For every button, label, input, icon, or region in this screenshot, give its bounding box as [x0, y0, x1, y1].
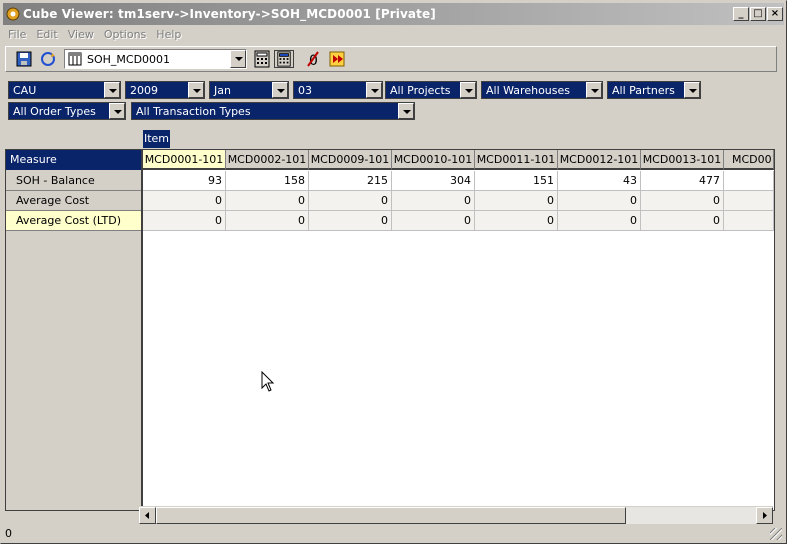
chevron-down-icon[interactable]: [272, 82, 288, 98]
row-header-soh-balance[interactable]: SOH - Balance: [6, 171, 141, 191]
window-title: Cube Viewer: tm1serv->Inventory->SOH_MCD…: [23, 7, 436, 21]
chevron-down-icon[interactable]: [104, 82, 120, 98]
data-cell[interactable]: 0: [475, 211, 558, 231]
title-bar[interactable]: Cube Viewer: tm1serv->Inventory->SOH_MCD…: [3, 3, 784, 25]
data-cell[interactable]: 0: [226, 211, 309, 231]
data-cell[interactable]: 0: [309, 211, 392, 231]
view-name: SOH_MCD0001: [87, 53, 171, 66]
data-cell[interactable]: 0: [475, 191, 558, 211]
menu-options[interactable]: Options: [99, 26, 151, 44]
dim-warehouses[interactable]: All Warehouses: [481, 81, 603, 99]
scroll-right-button[interactable]: [756, 507, 773, 524]
chevron-down-icon[interactable]: [398, 103, 414, 119]
chevron-down-icon[interactable]: [586, 82, 602, 98]
data-cell[interactable]: 0: [143, 191, 226, 211]
data-cell[interactable]: 0: [392, 191, 475, 211]
data-cell[interactable]: 0: [309, 191, 392, 211]
menu-help[interactable]: Help: [151, 26, 186, 44]
column-header[interactable]: MCD0001-101: [143, 150, 226, 170]
horizontal-scrollbar[interactable]: [139, 506, 773, 524]
menu-bar: File Edit View Options Help: [3, 26, 784, 44]
data-cell[interactable]: 0: [226, 191, 309, 211]
view-icon: [68, 52, 82, 66]
status-text: 0: [5, 527, 12, 540]
view-dropdown-button[interactable]: [230, 50, 246, 68]
chevron-down-icon[interactable]: [188, 82, 204, 98]
dim-projects[interactable]: All Projects: [385, 81, 477, 99]
dim-transaction-types[interactable]: All Transaction Types: [131, 102, 415, 120]
data-cell[interactable]: [724, 191, 774, 211]
scroll-thumb[interactable]: [156, 507, 626, 524]
data-cell[interactable]: 0: [558, 211, 641, 231]
data-cell[interactable]: 43: [558, 171, 641, 191]
menu-view[interactable]: View: [63, 26, 99, 44]
calculator-icon[interactable]: [252, 50, 272, 68]
automatic-recalc-icon[interactable]: [274, 50, 294, 68]
cube-viewer-icon: [6, 7, 20, 21]
data-cell[interactable]: 158: [226, 171, 309, 191]
mouse-pointer-icon: [261, 371, 275, 392]
data-cell[interactable]: 0: [641, 191, 724, 211]
dim-day[interactable]: 03: [293, 81, 383, 99]
row-header-average-cost-ltd[interactable]: Average Cost (LTD): [6, 211, 141, 231]
arrow-left-icon: [145, 512, 149, 519]
column-header[interactable]: MCD0009-101: [309, 150, 392, 170]
data-cell[interactable]: 0: [641, 211, 724, 231]
view-selector[interactable]: SOH_MCD0001: [64, 49, 247, 69]
data-cell[interactable]: 0: [558, 191, 641, 211]
toolbar: SOH_MCD0001 0: [5, 46, 777, 72]
column-header[interactable]: MCD0002-101: [226, 150, 309, 170]
recalculate-icon[interactable]: [38, 50, 58, 68]
column-header[interactable]: MCD001: [724, 150, 774, 170]
maximize-button[interactable]: □: [750, 7, 766, 21]
data-cell[interactable]: 477: [641, 171, 724, 191]
status-bar: 0: [3, 525, 784, 542]
data-cell[interactable]: 0: [392, 211, 475, 231]
column-dimension-label[interactable]: Item: [143, 130, 170, 148]
row-dimension-label[interactable]: Measure: [6, 150, 141, 170]
menu-edit[interactable]: Edit: [31, 26, 62, 44]
chevron-down-icon[interactable]: [366, 82, 382, 98]
data-cell[interactable]: 93: [143, 171, 226, 191]
column-header[interactable]: MCD0011-101: [475, 150, 558, 170]
data-cell[interactable]: [724, 211, 774, 231]
minimize-button[interactable]: _: [733, 7, 749, 21]
data-cell[interactable]: 0: [143, 211, 226, 231]
menu-file[interactable]: File: [3, 26, 31, 44]
data-cell[interactable]: [724, 171, 774, 191]
data-cell[interactable]: 215: [309, 171, 392, 191]
resize-grip-icon[interactable]: [770, 528, 782, 540]
dim-partners[interactable]: All Partners: [607, 81, 701, 99]
close-button[interactable]: ×: [767, 7, 783, 21]
arrow-right-icon: [763, 512, 767, 519]
column-header[interactable]: MCD0013-101: [641, 150, 724, 170]
cube-grid: Measure SOH - Balance Average Cost Avera…: [5, 149, 775, 511]
cube-viewer-window: Cube Viewer: tm1serv->Inventory->SOH_MCD…: [0, 0, 787, 544]
export-icon[interactable]: [328, 50, 348, 68]
row-header-average-cost[interactable]: Average Cost: [6, 191, 141, 211]
data-cell[interactable]: 304: [392, 171, 475, 191]
save-view-icon[interactable]: [14, 50, 34, 68]
chevron-down-icon[interactable]: [460, 82, 476, 98]
chevron-down-icon[interactable]: [684, 82, 700, 98]
chevron-down-icon[interactable]: [109, 103, 125, 119]
scroll-left-button[interactable]: [139, 507, 156, 524]
column-header[interactable]: MCD0012-101: [558, 150, 641, 170]
data-cell[interactable]: 151: [475, 171, 558, 191]
suppress-zeroes-icon[interactable]: 0: [304, 50, 324, 68]
dim-year[interactable]: 2009: [125, 81, 205, 99]
dim-order-types[interactable]: All Order Types: [8, 102, 126, 120]
dim-month[interactable]: Jan: [209, 81, 289, 99]
dim-company[interactable]: CAU: [8, 81, 121, 99]
row-header-area: Measure SOH - Balance Average Cost Avera…: [6, 150, 143, 510]
column-header[interactable]: MCD0010-101: [392, 150, 475, 170]
